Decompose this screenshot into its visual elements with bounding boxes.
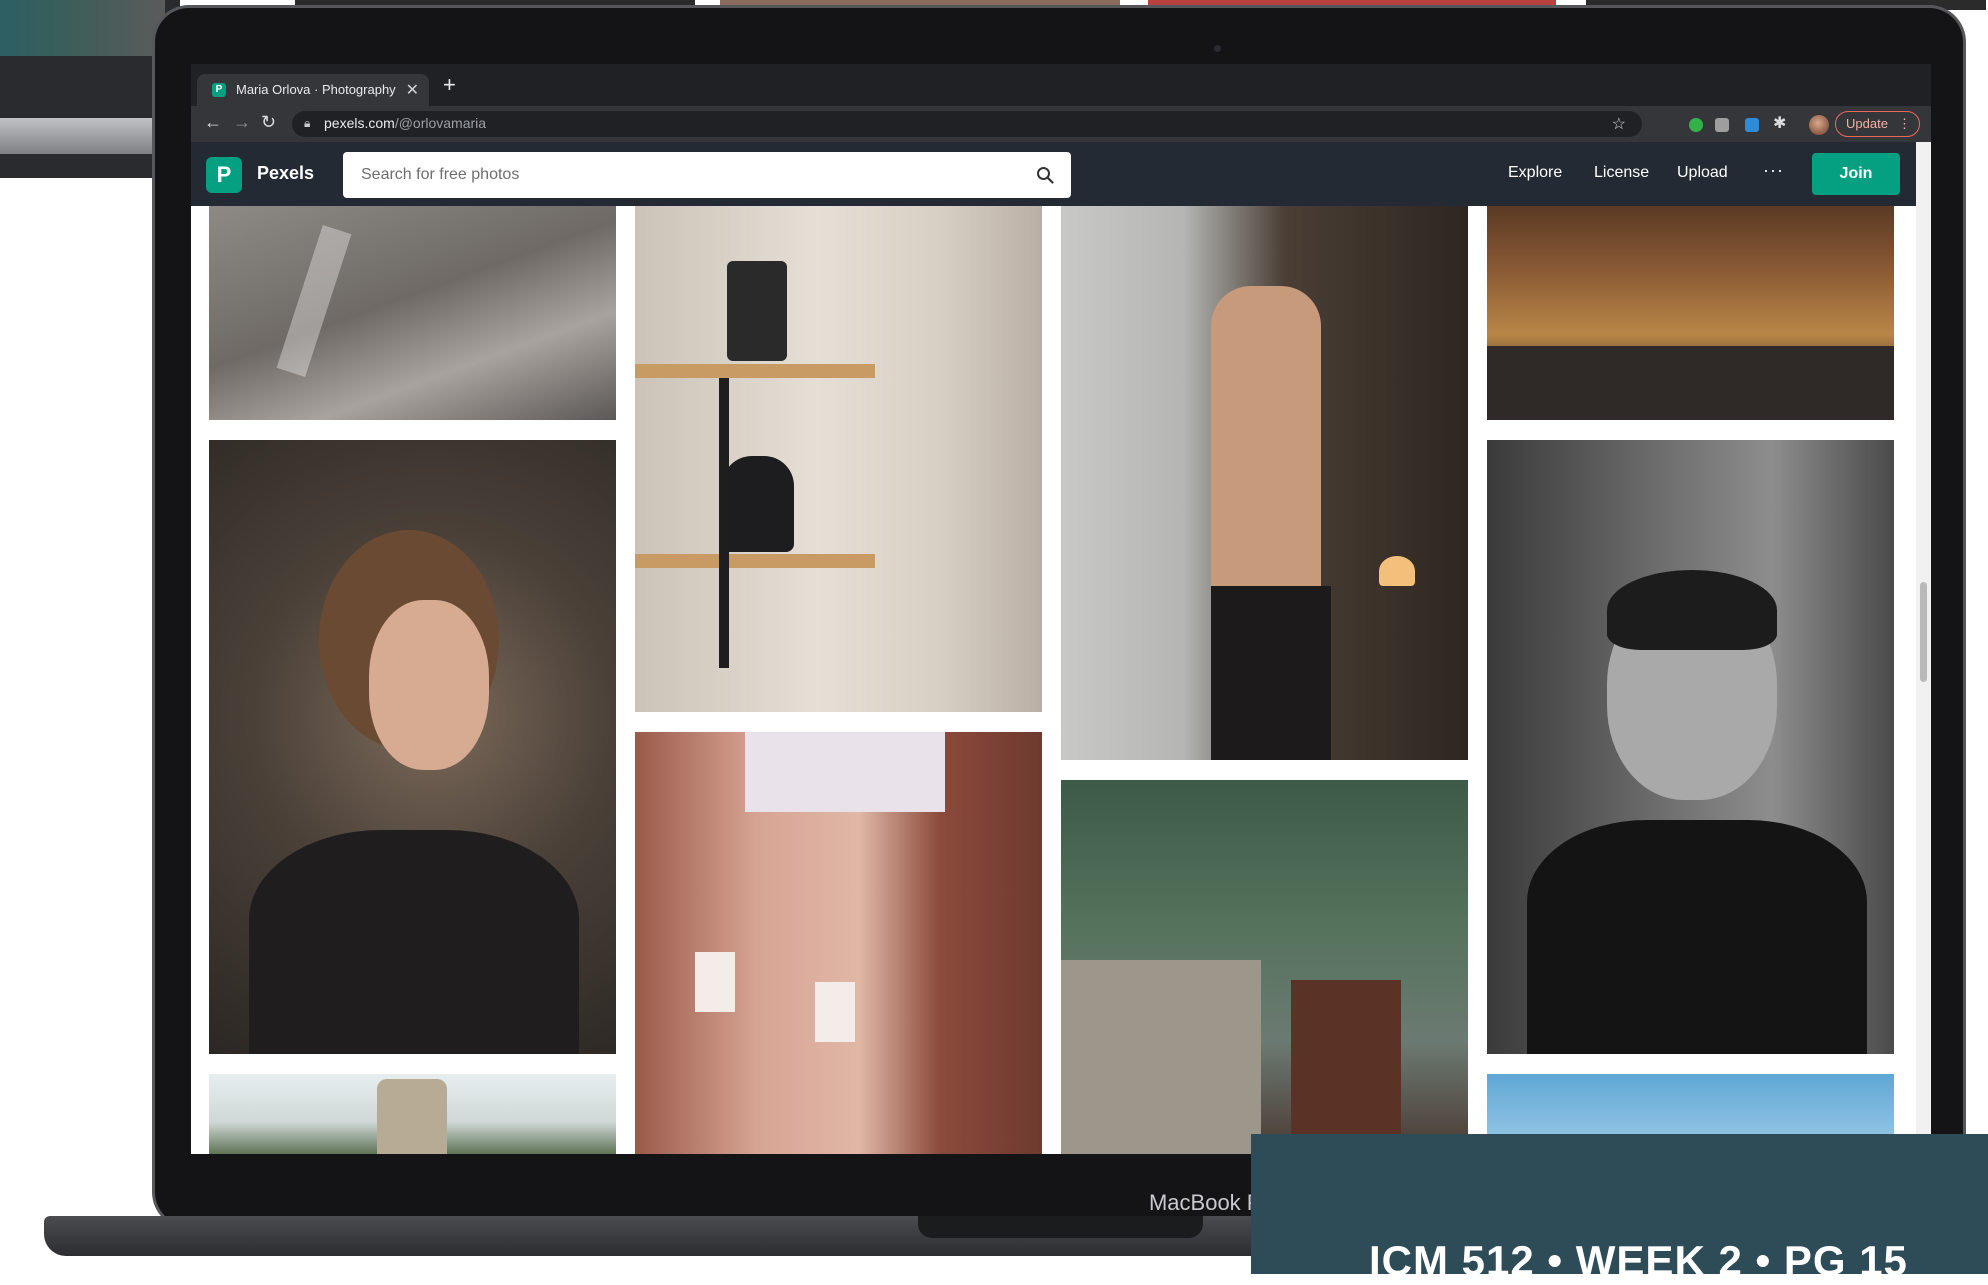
webcam — [1214, 45, 1221, 52]
jacket — [1527, 820, 1867, 1054]
browser-tab[interactable]: P Maria Orlova · Photography ✕ — [197, 74, 429, 106]
background-laptop-screen — [0, 0, 165, 56]
pexels-favicon-icon: P — [212, 83, 226, 97]
more-vertical-icon: ⋮ — [1898, 116, 1911, 131]
photo-tile[interactable] — [635, 206, 1042, 712]
back-arrow-icon[interactable]: ← — [204, 112, 222, 133]
brand-name[interactable]: Pexels — [257, 163, 314, 184]
nav-explore[interactable]: Explore — [1508, 164, 1562, 182]
pexels-logo[interactable]: P — [206, 157, 242, 193]
wooden-shelf — [635, 554, 875, 568]
light-streak — [276, 225, 352, 377]
kettle — [722, 456, 794, 552]
url-text: pexels.com/@orlovamaria — [324, 115, 487, 131]
building-wall — [1061, 960, 1261, 1154]
window — [815, 982, 855, 1042]
wooden-shelf — [635, 364, 875, 378]
shelf-bracket — [719, 378, 729, 668]
site-header: P Pexels Explore License Upload ··· Join — [191, 142, 1916, 206]
browser-toolbar: ← → ↻ 🔒︎ pexels.com/@orlovamaria ☆ ✱ Upd… — [191, 106, 1931, 142]
extension-green-icon[interactable] — [1689, 118, 1703, 132]
turtleneck — [249, 830, 579, 1054]
photo-tile[interactable] — [209, 1074, 616, 1154]
extension-grey-icon[interactable] — [1715, 118, 1729, 132]
reload-icon[interactable]: ↻ — [261, 112, 276, 133]
photo-tile[interactable] — [1061, 206, 1468, 760]
lamp — [1379, 556, 1415, 586]
page-caption-box: ICM 512 • WEEK 2 • PG 15 — [1251, 1134, 1988, 1284]
photo-tile[interactable] — [209, 440, 616, 1054]
lantern — [727, 261, 787, 361]
photo-grid — [191, 206, 1916, 1154]
trousers — [1211, 586, 1331, 760]
background-laptop — [0, 0, 180, 178]
background-laptop-base — [0, 118, 180, 154]
join-button[interactable]: Join — [1812, 153, 1900, 195]
nav-upload[interactable]: Upload — [1677, 164, 1728, 182]
monument — [377, 1079, 447, 1154]
more-menu-icon[interactable]: ··· — [1763, 160, 1784, 181]
extensions-puzzle-icon[interactable]: ✱ — [1773, 113, 1786, 133]
tab-title: Maria Orlova · Photography — [236, 82, 396, 97]
bookmark-star-icon[interactable]: ☆ — [1612, 114, 1626, 134]
profile-avatar[interactable] — [1809, 115, 1829, 135]
caption-text: ICM 512 • WEEK 2 • PG 15 — [1369, 1237, 1908, 1284]
forward-arrow-icon[interactable]: → — [233, 112, 251, 133]
photo-tile[interactable] — [635, 732, 1042, 1154]
laptop-screen: P Maria Orlova · Photography ✕ + ← → ↻ 🔒… — [191, 64, 1931, 1154]
wooden-door — [1291, 980, 1401, 1154]
update-button[interactable]: Update ⋮ — [1835, 111, 1920, 137]
sky — [745, 732, 945, 812]
chairs — [1487, 346, 1894, 420]
face — [369, 600, 489, 770]
photo-tile[interactable] — [1061, 780, 1468, 1154]
nav-license[interactable]: License — [1594, 164, 1649, 182]
page-scrollbar[interactable] — [1916, 142, 1931, 1154]
lock-icon: 🔒︎ — [304, 116, 311, 130]
search-input[interactable] — [343, 152, 1071, 198]
hair — [1607, 570, 1777, 650]
window — [695, 952, 735, 1012]
search-icon[interactable] — [1036, 166, 1054, 184]
browser-tab-bar: P Maria Orlova · Photography ✕ + — [191, 64, 1931, 106]
photo-tile[interactable] — [1487, 440, 1894, 1054]
close-tab-icon[interactable]: ✕ — [406, 80, 419, 100]
scrollbar-thumb[interactable] — [1920, 582, 1927, 682]
laptop-hinge-notch — [918, 1216, 1203, 1238]
new-tab-button[interactable]: + — [443, 72, 456, 98]
photo-tile[interactable] — [1487, 206, 1894, 420]
extension-blue-icon[interactable] — [1745, 118, 1759, 132]
photo-tile[interactable] — [209, 206, 616, 420]
address-bar[interactable]: 🔒︎ pexels.com/@orlovamaria ☆ — [292, 111, 1642, 137]
